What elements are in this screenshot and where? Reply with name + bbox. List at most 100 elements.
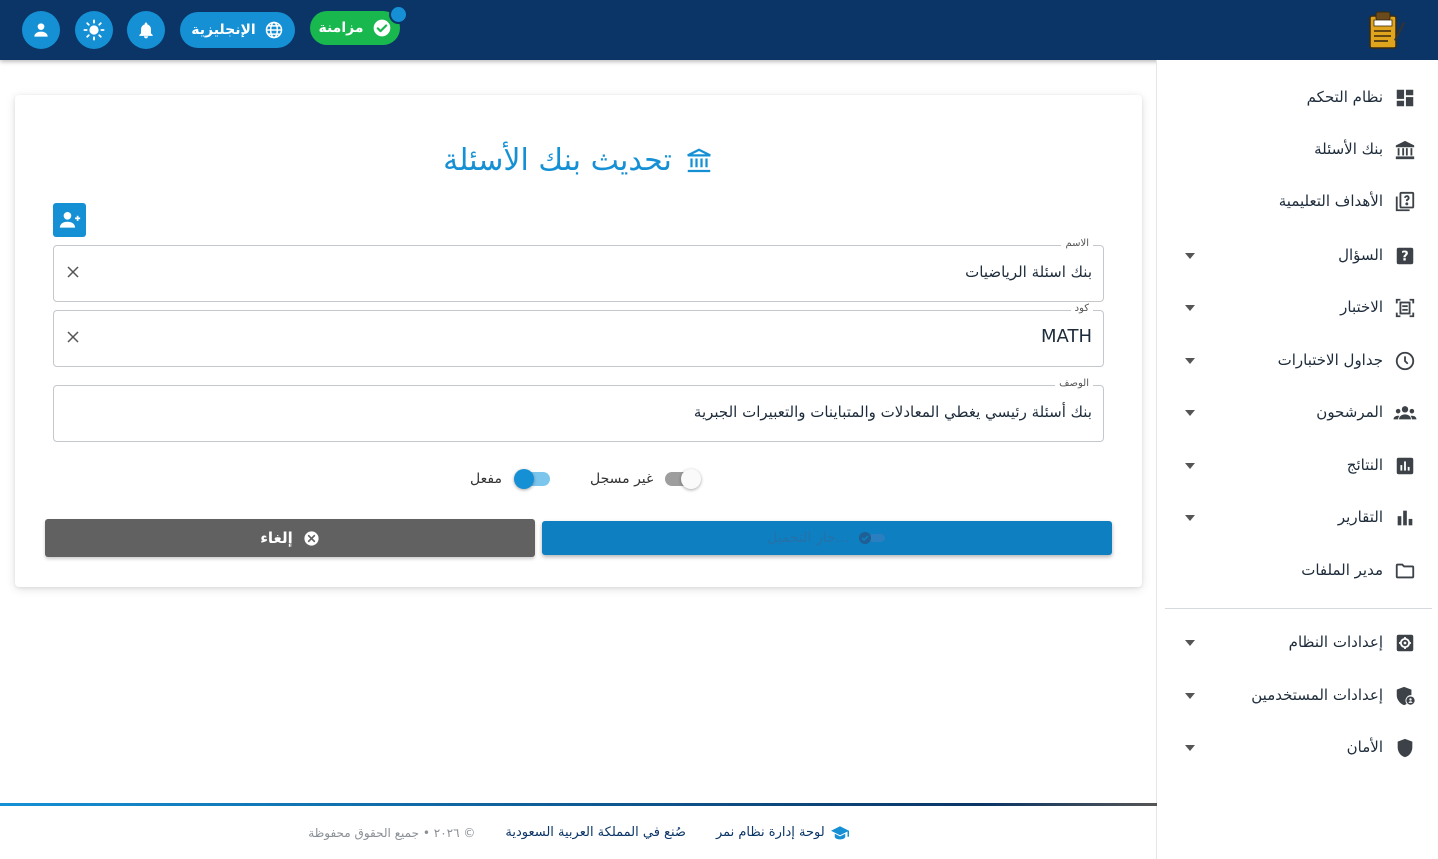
sidebar-item-security[interactable]: الأمان	[1157, 728, 1438, 768]
active-switch[interactable]	[513, 469, 550, 489]
graduation-cap-icon	[830, 825, 849, 839]
bell-icon	[139, 22, 153, 39]
exam-scan-icon	[1393, 296, 1417, 320]
chevron-down-icon	[1185, 358, 1195, 364]
language-button[interactable]: الإنجليزية	[180, 12, 295, 48]
sidebar-item-label: المرشحون	[1316, 403, 1383, 421]
sidebar-item-label: جداول الاختبارات	[1277, 351, 1383, 369]
clock-icon	[1393, 349, 1417, 373]
user-icon	[34, 23, 48, 37]
globe-icon	[265, 21, 282, 39]
bank-icon	[687, 147, 711, 172]
loading-icon	[858, 532, 885, 544]
dashboard-icon	[1393, 86, 1417, 110]
save-label: جار التحميل...	[767, 530, 849, 546]
page-title-text: تحديث بنك الأسئلة	[443, 143, 672, 178]
cancel-label: إلغاء	[260, 529, 293, 547]
footer-brand-text: لوحة إدارة نظام نمر	[715, 825, 825, 840]
question-box-icon: ?	[1393, 244, 1417, 268]
sidebar-item-user-settings[interactable]: إعدادات المستخدمين	[1157, 676, 1438, 716]
name-field[interactable]: الاسم بنك اسئلة الرياضيات	[53, 238, 1104, 302]
sidebar-item-label: الأهداف التعليمية	[1278, 192, 1383, 210]
sync-status-dot	[389, 5, 408, 24]
add-user-icon	[59, 211, 80, 228]
switch-knob	[681, 469, 702, 489]
chevron-down-icon	[1185, 640, 1195, 646]
theme-toggle-button[interactable]	[75, 11, 113, 49]
page-title: تحديث بنك الأسئلة	[15, 143, 1142, 178]
update-question-bank-card: تحديث بنك الأسئلة الاسم بنك اسئلة الرياض…	[15, 95, 1142, 587]
sidebar-item-learning-objectives[interactable]: الأهداف التعليمية	[1157, 182, 1438, 222]
svg-text:?: ?	[1401, 250, 1408, 265]
check-circle-icon	[373, 19, 390, 37]
code-field-label: كود	[1070, 303, 1093, 314]
sidebar-item-label: التقارير	[1337, 508, 1383, 526]
chevron-down-icon	[1185, 463, 1195, 469]
sidebar-item-label: إعدادات المستخدمين	[1251, 686, 1383, 704]
chevron-down-icon	[1185, 410, 1195, 416]
close-icon[interactable]	[66, 330, 80, 344]
description-field-label: الوصف	[1055, 378, 1093, 389]
sidebar-item-system-settings[interactable]: إعدادات النظام	[1157, 623, 1438, 663]
poll-box-icon	[1393, 454, 1417, 478]
add-user-button[interactable]	[53, 203, 86, 237]
sidebar-item-label: إعدادات النظام	[1288, 633, 1383, 651]
sidebar-item-exam-schedules[interactable]: جداول الاختبارات	[1157, 341, 1438, 381]
sidebar-item-candidates[interactable]: المرشحون	[1157, 393, 1438, 433]
book-question-icon	[1393, 190, 1417, 214]
chevron-down-icon	[1185, 515, 1195, 521]
registered-toggle[interactable]: غير مسجل	[590, 467, 702, 491]
sidebar-item-question-bank[interactable]: بنك الأسئلة	[1157, 130, 1438, 170]
name-field-label: الاسم	[1061, 238, 1093, 249]
sidebar-item-exam[interactable]: الاختبار	[1157, 288, 1438, 328]
cancel-button[interactable]: إلغاء	[45, 519, 535, 557]
active-toggle-label: مفعل	[470, 471, 502, 487]
sidebar-item-reports[interactable]: التقارير	[1157, 498, 1438, 538]
chevron-down-icon	[1185, 253, 1195, 259]
footer-made-in: صُنع في المملكة العربية السعودية	[505, 825, 686, 840]
settings-box-icon	[1393, 631, 1417, 655]
code-field-value: MATH	[1041, 326, 1092, 347]
sidebar-item-dashboard[interactable]: نظام التحكم	[1157, 78, 1438, 118]
save-button[interactable]: جار التحميل...	[542, 521, 1112, 555]
sidebar-item-label: بنك الأسئلة	[1314, 140, 1383, 158]
bank-icon	[1393, 138, 1417, 162]
description-field-value: بنك أسئلة رئيسي يغطي المعادلات والمتباين…	[693, 403, 1092, 421]
folder-icon	[1393, 559, 1417, 583]
language-label: الإنجليزية	[191, 22, 256, 38]
notifications-button[interactable]	[127, 11, 165, 49]
sidebar-item-label: السؤال	[1338, 246, 1383, 264]
sidebar-item-file-manager[interactable]: مدير الملفات	[1157, 551, 1438, 591]
sidebar-item-question[interactable]: ? السؤال	[1157, 236, 1438, 276]
sidebar-item-results[interactable]: النتائج	[1157, 446, 1438, 486]
close-circle-icon	[304, 530, 319, 546]
registered-toggle-label: غير مسجل	[590, 471, 654, 487]
active-toggle[interactable]: مفعل	[470, 467, 550, 491]
footer: لوحة إدارة نظام نمر صُنع في المملكة العر…	[0, 806, 1157, 859]
sync-label: مزامنة	[318, 20, 364, 36]
footer-brand[interactable]: لوحة إدارة نظام نمر	[716, 825, 849, 841]
chevron-down-icon	[1185, 745, 1195, 751]
account-button[interactable]	[22, 11, 60, 49]
sidebar-item-label: الاختبار	[1340, 298, 1383, 316]
user-shield-icon	[1393, 684, 1417, 708]
exam-logo-icon[interactable]	[1364, 10, 1406, 50]
sidebar-nav: نظام التحكم بنك الأسئلة الأهداف التعليمي…	[1156, 60, 1438, 859]
brightness-icon	[83, 19, 105, 41]
chevron-down-icon	[1185, 305, 1195, 311]
sidebar-item-label: النتائج	[1346, 456, 1383, 474]
people-icon	[1393, 401, 1417, 425]
code-field[interactable]: كود MATH	[53, 303, 1104, 367]
sidebar-item-label: الأمان	[1346, 738, 1383, 756]
footer-copyright: © ٢٠٢٦ • جميع الحقوق محفوظة	[308, 825, 476, 840]
sidebar-item-label: مدير الملفات	[1301, 561, 1383, 579]
chevron-down-icon	[1185, 693, 1195, 699]
top-app-bar: الإنجليزية مزامنة	[0, 0, 1438, 60]
description-field[interactable]: الوصف بنك أسئلة رئيسي يغطي المعادلات وال…	[53, 378, 1104, 442]
sync-button[interactable]: مزامنة	[310, 11, 400, 45]
close-icon[interactable]	[66, 265, 80, 279]
bar-chart-icon	[1393, 506, 1417, 530]
switch-knob	[513, 469, 534, 489]
sidebar-item-label: نظام التحكم	[1306, 88, 1383, 106]
registered-switch[interactable]	[665, 469, 702, 489]
